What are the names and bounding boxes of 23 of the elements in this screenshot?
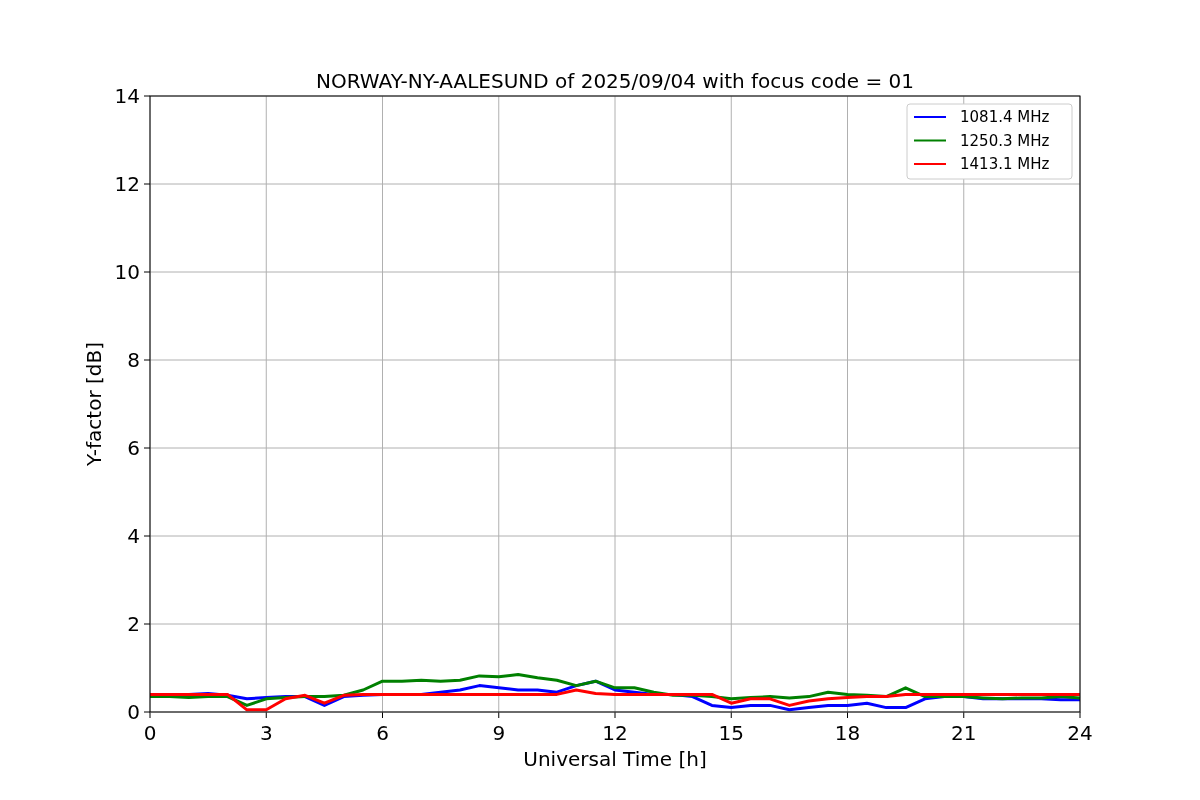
x-tick-label: 21	[951, 721, 977, 745]
y-tick-label: 14	[114, 84, 140, 108]
y-tick-label: 2	[127, 612, 140, 636]
x-tick-label: 3	[259, 721, 273, 745]
x-tick-label: 18	[834, 721, 861, 745]
y-tick-label: 8	[127, 348, 140, 372]
x-tick-label: 6	[376, 721, 389, 745]
y-tick-label: 4	[127, 524, 140, 548]
chart-title: NORWAY-NY-AALESUND of 2025/09/04 with focus code = 01	[316, 69, 914, 93]
legend-label: 1250.3 MHz	[960, 131, 1050, 150]
legend-label: 1413.1 MHz	[960, 155, 1050, 173]
x-tick-label: 0	[143, 721, 157, 745]
x-tick-label: 9	[492, 721, 506, 745]
y-tick-label: 0	[127, 700, 140, 724]
x-tick-label: 12	[602, 721, 628, 745]
y-tick-label: 6	[127, 436, 140, 460]
y-tick-label: 12	[114, 172, 140, 196]
y-tick-label: 10	[114, 260, 140, 284]
x-axis-label: Universal Time [h]	[523, 747, 707, 771]
x-tick-label: 24	[1067, 721, 1093, 745]
y-axis-label: Y-factor [dB]	[82, 342, 106, 466]
x-tick-label: 15	[718, 721, 744, 745]
legend-label: 1081.4 MHz	[960, 108, 1050, 126]
